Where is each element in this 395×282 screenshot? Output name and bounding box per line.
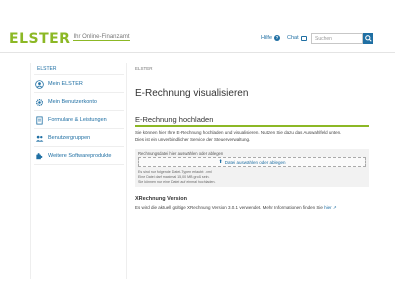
upload-hint: Sie können nur eine Datei auf einmal hoc… [138, 180, 216, 184]
sidebar-item-label: Formulare & Leistungen [48, 117, 107, 123]
search-button[interactable] [363, 33, 373, 44]
upload-area: Rechnungsdatei hier auswählen oder ableg… [135, 149, 369, 187]
chat-icon [300, 35, 307, 41]
divider [34, 92, 124, 93]
description-line: Sie können hier Ihre E-Rechnung hochlade… [135, 130, 342, 135]
puzzle-icon [34, 151, 44, 161]
search-input[interactable]: Suchen [311, 33, 363, 44]
upload-hint: Eine Datei darf maximal 15,00 MB groß se… [138, 175, 210, 179]
sidebar-item-benutzergruppen[interactable]: Benutzergruppen [34, 131, 126, 145]
help-label: Hilfe [261, 35, 273, 41]
dropzone-label: Datei auswählen oder ablegen [224, 159, 286, 165]
help-icon: ? [274, 35, 281, 41]
sidebar-item-label: Weitere Softwareprodukte [48, 153, 112, 159]
page: ELSTER Ihr Online-Finanzamt Hilfe ? Chat… [0, 0, 395, 282]
page-title: E-Rechnung visualisieren [135, 88, 249, 99]
sidebar-item-label: Mein Benutzerkonto [48, 99, 97, 105]
sidebar-title: ELSTER [37, 66, 57, 72]
logo-subtitle: Ihr Online-Finanzamt [73, 34, 130, 41]
search-icon [365, 35, 372, 42]
section-divider [135, 125, 369, 127]
file-dropzone[interactable]: ⬆ Datei auswählen oder ablegen [138, 157, 366, 167]
upload-icon: ⬆ [218, 159, 223, 165]
sidebar-item-mein-elster[interactable]: Mein ELSTER [34, 77, 126, 91]
upload-hint: Es sind nur folgende Datei-Typen erlaubt… [138, 170, 212, 174]
external-link-icon: ↗ [332, 205, 337, 210]
sidebar-item-benutzerkonto[interactable]: Mein Benutzerkonto [34, 95, 126, 109]
xrechnung-link[interactable]: hier [324, 205, 332, 210]
person-circle-icon [34, 79, 44, 89]
logo-text: ELSTER [9, 31, 71, 47]
section-title: E-Rechnung hochladen [135, 115, 214, 124]
chat-label: Chat [287, 35, 299, 41]
description-line: Dies ist ein unverbindlicher Service der… [135, 137, 251, 142]
divider [34, 164, 124, 165]
gear-icon [34, 97, 44, 107]
sidebar-item-label: Mein ELSTER [48, 81, 83, 87]
chat-link[interactable]: Chat [287, 35, 307, 41]
divider [34, 146, 124, 147]
xrechnung-description: Es wird die aktuell gültige XRechnung Ve… [135, 205, 323, 210]
sidebar-item-formulare[interactable]: Formulare & Leistungen [34, 113, 126, 127]
main-content: ELSTER E-Rechnung visualisieren E-Rechnu… [127, 63, 375, 279]
divider [34, 128, 124, 129]
breadcrumb[interactable]: ELSTER [135, 66, 153, 71]
help-link[interactable]: Hilfe ? [261, 35, 281, 41]
sidebar-item-label: Benutzergruppen [48, 135, 91, 141]
description: Sie können hier Ihre E-Rechnung hochlade… [135, 129, 369, 143]
group-icon [34, 133, 44, 143]
xrechnung-title: XRechnung Version [135, 196, 187, 202]
sidebar-item-software[interactable]: Weitere Softwareprodukte [34, 149, 126, 163]
upload-label: Rechnungsdatei hier auswählen oder ableg… [138, 151, 224, 156]
top-header: ELSTER Ihr Online-Finanzamt Hilfe ? Chat… [0, 0, 395, 53]
document-icon [34, 115, 44, 125]
sidebar: ELSTER Mein ELSTER Mein Benutzerkonto Fo… [30, 63, 127, 279]
divider [34, 110, 124, 111]
xrechnung-text: Es wird die aktuell gültige XRechnung Ve… [135, 205, 337, 211]
divider [34, 74, 124, 75]
elster-logo[interactable]: ELSTER Ihr Online-Finanzamt [9, 31, 130, 47]
